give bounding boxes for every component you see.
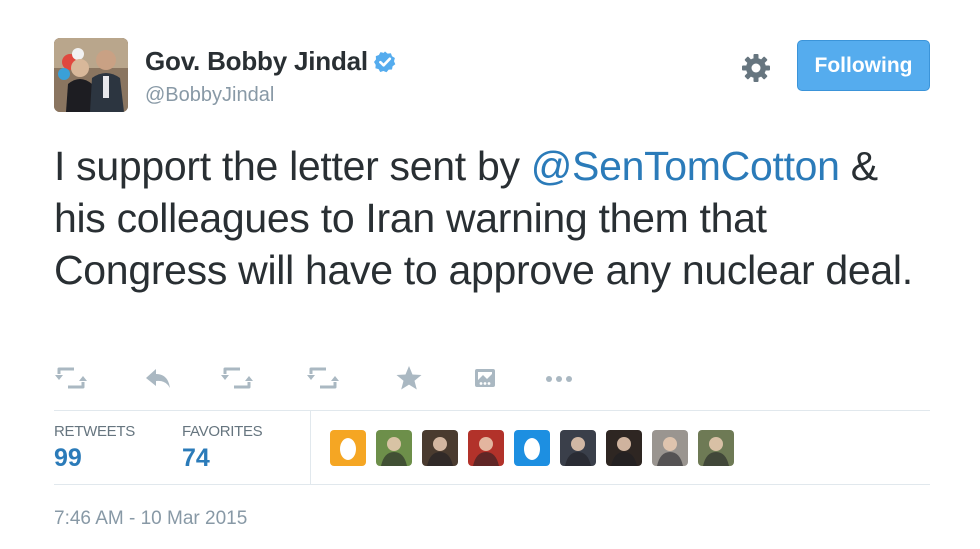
author-avatar[interactable] (54, 38, 128, 112)
engager-avatars (330, 430, 744, 466)
author-handle[interactable]: @BobbyJindal (145, 84, 274, 107)
reply-icon[interactable] (142, 362, 176, 394)
favorites-stat[interactable]: FAVORITES 74 (182, 423, 263, 473)
engager-avatar[interactable] (468, 430, 504, 466)
retweets-count: 99 (54, 444, 82, 472)
tweet-stats: RETWEETS 99 FAVORITES 74 (54, 410, 930, 485)
retweet-icon[interactable] (220, 362, 254, 394)
engager-avatar[interactable] (606, 430, 642, 466)
tweet-timestamp[interactable]: 7:46 AM - 10 Mar 2015 (54, 508, 247, 530)
tweet-text-before: I support the letter sent by (54, 143, 531, 189)
engager-avatar[interactable] (698, 430, 734, 466)
retweet-icon[interactable] (306, 362, 340, 394)
tweet-text: I support the letter sent by @SenTomCott… (54, 140, 924, 296)
gear-icon[interactable] (740, 52, 772, 84)
favorites-count: 74 (182, 444, 210, 472)
mention-link[interactable]: @SenTomCotton (531, 143, 840, 189)
retweets-label: RETWEETS (54, 423, 135, 440)
verified-badge-icon (373, 50, 397, 74)
engager-avatar[interactable] (652, 430, 688, 466)
default-egg-avatar[interactable] (514, 430, 550, 466)
default-egg-avatar[interactable] (330, 430, 366, 466)
retweet-icon[interactable] (54, 362, 88, 394)
stats-divider (310, 411, 311, 484)
more-dots-icon[interactable] (542, 362, 576, 394)
author-display-name[interactable]: Gov. Bobby Jindal (145, 46, 368, 77)
engager-avatar[interactable] (560, 430, 596, 466)
favorites-label: FAVORITES (182, 423, 263, 440)
engager-avatar[interactable] (376, 430, 412, 466)
favorite-star-icon[interactable] (392, 362, 426, 394)
media-icon[interactable] (468, 362, 502, 394)
engager-avatar[interactable] (422, 430, 458, 466)
following-button[interactable]: Following (797, 40, 930, 91)
retweets-stat[interactable]: RETWEETS 99 (54, 423, 135, 473)
